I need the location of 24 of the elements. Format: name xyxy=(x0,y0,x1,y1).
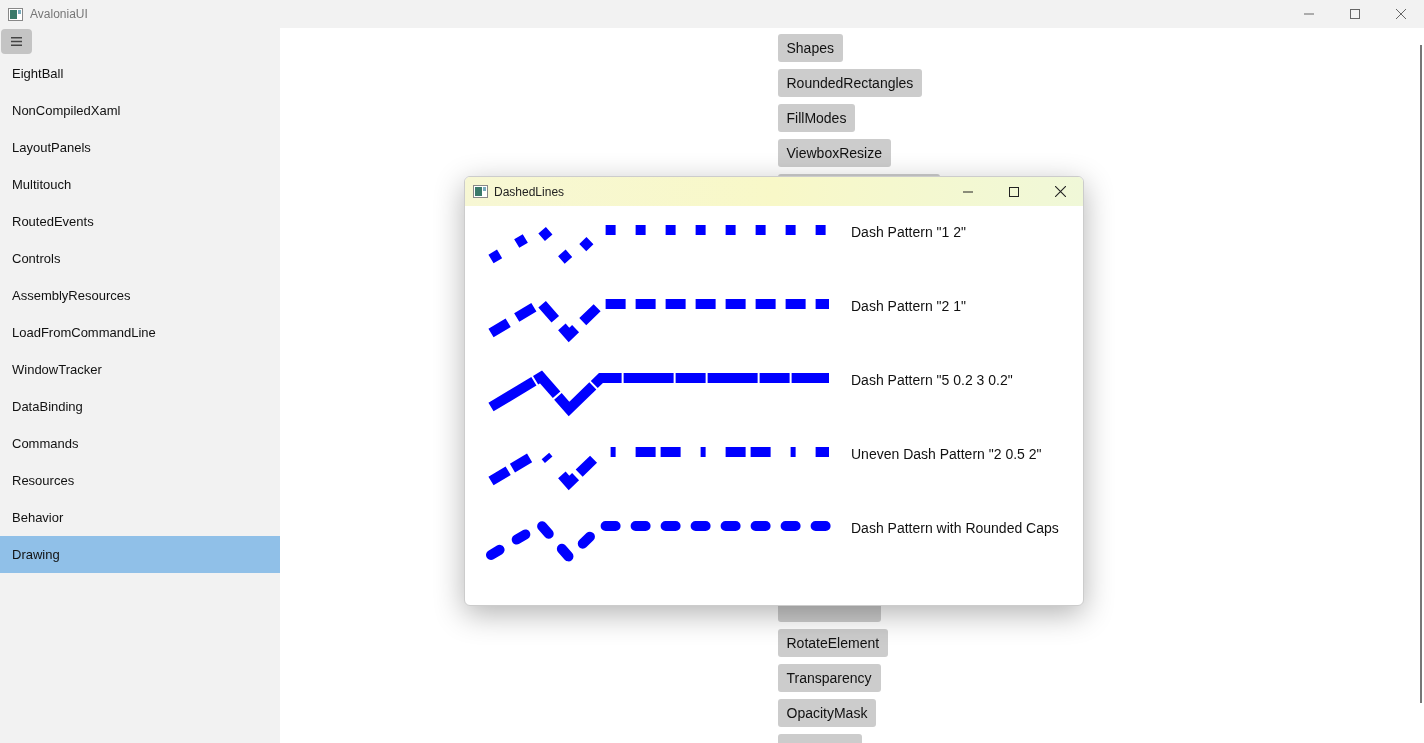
window-title: AvaloniaUI xyxy=(30,6,88,23)
maximize-icon xyxy=(1350,9,1360,19)
dialog-title: DashedLines xyxy=(494,183,565,201)
menu-button[interactable] xyxy=(1,29,32,54)
nav-button[interactable]: Transparency xyxy=(777,664,881,692)
sidebar-item[interactable]: Drawing xyxy=(0,536,280,573)
nav-button[interactable]: OpacityMask xyxy=(777,699,877,727)
nav-button[interactable]: ViewboxResize xyxy=(777,139,891,167)
pattern-label: Dash Pattern with Rounded Caps xyxy=(851,519,1059,538)
close-icon xyxy=(1396,9,1406,19)
close-icon xyxy=(1054,186,1066,197)
scrollbar[interactable] xyxy=(1420,45,1422,703)
maximize-icon xyxy=(1009,186,1019,197)
pattern-label: Dash Pattern "1 2" xyxy=(851,223,966,242)
nav-button[interactable]: FillModes xyxy=(777,104,856,132)
app-icon xyxy=(8,7,23,21)
pattern-label: Uneven Dash Pattern "2 0.5 2" xyxy=(851,445,1042,464)
menu-icon xyxy=(11,37,22,46)
pattern-label: Dash Pattern "2 1" xyxy=(851,297,966,316)
pattern-label: Dash Pattern "5 0.2 3 0.2" xyxy=(851,371,1013,390)
nav-button[interactable]: Shapes xyxy=(777,34,843,62)
nav-button[interactable]: RotateElement xyxy=(777,629,889,657)
nav-button[interactable]: RoundedRectangles xyxy=(777,69,923,97)
app-icon xyxy=(473,185,488,198)
